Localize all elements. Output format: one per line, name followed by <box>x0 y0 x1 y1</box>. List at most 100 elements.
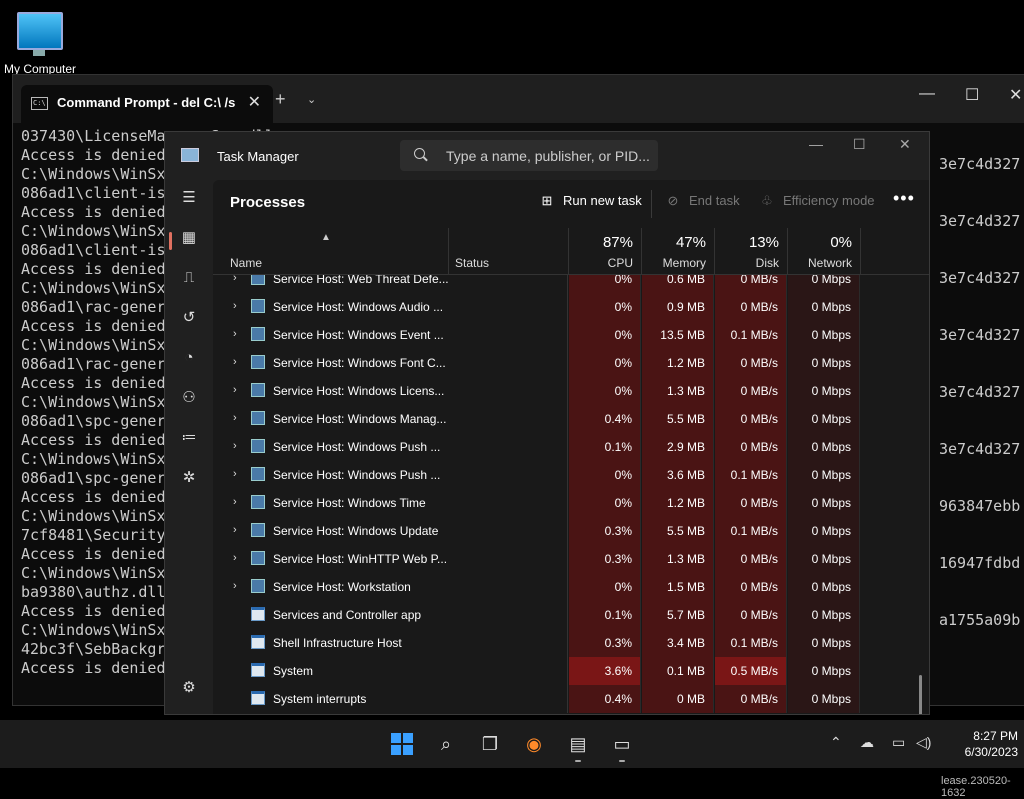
new-task-icon: ⊞ <box>541 193 553 208</box>
table-row[interactable]: › Service Host: Windows Update 0.3% 5.5 MB 0… <box>213 517 913 545</box>
services-icon[interactable]: ✲ <box>175 464 203 492</box>
terminal-line: Access is denied <box>21 374 166 392</box>
processes-page: Processes ⊞ Run new task ⊘ End task ♧ Effic… <box>213 180 929 714</box>
start-button[interactable] <box>388 730 416 758</box>
cloud-offline-icon[interactable]: ☁ <box>860 734 874 751</box>
table-row[interactable]: › Service Host: Windows Push ... 0.1% 2.9 M… <box>213 433 913 461</box>
expand-chevron-icon[interactable]: › <box>233 328 237 340</box>
processes-icon[interactable]: ▦ <box>175 224 203 252</box>
gear-service-icon <box>251 383 265 397</box>
taskbar: ⌕ ❐ ◉ ▤ ▭ ⌃ ☁ ▭ ◁) 8:27 PM 6/30/2023 <box>0 720 1024 768</box>
status-cell <box>449 545 568 573</box>
task-view-icon[interactable]: ❐ <box>476 730 504 758</box>
table-row[interactable]: System 3.6% 0.1 MB 0.5 MB/s 0 Mbps <box>213 657 913 685</box>
disk-cell: 0 MB/s <box>715 275 787 293</box>
mem-cell: 1.5 MB <box>642 573 714 601</box>
expand-chevron-icon[interactable]: › <box>233 275 237 284</box>
process-name: Service Host: Windows Push ... <box>273 440 441 454</box>
terminal-taskbar-icon[interactable]: ▭ <box>608 730 636 758</box>
expand-chevron-icon[interactable]: › <box>233 468 237 480</box>
close-tab-icon[interactable]: ✕ <box>248 92 261 112</box>
expand-chevron-icon[interactable]: › <box>233 524 237 536</box>
terminal-line-fragment: 16947fdbd <box>939 554 1021 572</box>
maximize-icon[interactable]: ☐ <box>965 85 979 105</box>
volume-icon[interactable]: ◁) <box>916 734 931 751</box>
more-options-icon[interactable]: ••• <box>893 188 915 209</box>
vertical-scrollbar[interactable] <box>919 675 922 714</box>
run-new-task-button[interactable]: ⊞ Run new task <box>539 193 642 209</box>
table-row[interactable]: › Service Host: Windows Font C... 0% 1.2 MB… <box>213 349 913 377</box>
table-row[interactable]: › Service Host: Windows Push ... 0% 3.6 MB 0… <box>213 461 913 489</box>
firefox-icon[interactable]: ◉ <box>520 730 548 758</box>
startup-apps-icon[interactable]: ◔ <box>175 344 203 372</box>
expand-chevron-icon[interactable]: › <box>233 412 237 424</box>
column-cpu[interactable]: 87% CPU <box>569 228 642 274</box>
app-history-icon[interactable]: ↺ <box>175 304 203 332</box>
table-row[interactable]: › Service Host: Windows Manag... 0.4% 5.5 M… <box>213 405 913 433</box>
column-headers: ▲ Name Status 87% CPU 47% Memory 13% Dis… <box>213 228 929 275</box>
minimize-icon[interactable]: — <box>809 136 823 152</box>
expand-chevron-icon[interactable]: › <box>233 552 237 564</box>
search-input[interactable]: Type a name, publisher, or PID... <box>400 140 658 171</box>
table-row[interactable]: › Service Host: Web Threat Defe... 0% 0.6 M… <box>213 275 913 293</box>
task-manager-taskbar-icon[interactable]: ▤ <box>564 730 592 758</box>
settings-icon[interactable]: ⚙ <box>175 674 203 702</box>
network-icon[interactable]: ▭ <box>892 734 905 751</box>
column-name[interactable]: ▲ Name <box>213 228 449 274</box>
net-cell: 0 Mbps <box>788 517 860 545</box>
app-window-icon <box>251 635 265 649</box>
close-window-icon[interactable]: ✕ <box>1009 85 1022 105</box>
end-task-button[interactable]: ⊘ End task <box>665 193 740 209</box>
status-cell <box>449 629 568 657</box>
disk-cell: 0 MB/s <box>715 489 787 517</box>
network-total: 0% <box>830 234 852 251</box>
details-icon[interactable]: ≔ <box>175 424 203 452</box>
column-network-label: Network <box>807 256 852 270</box>
net-cell: 0 Mbps <box>788 601 860 629</box>
net-cell: 0 Mbps <box>788 293 860 321</box>
expand-chevron-icon[interactable]: › <box>233 300 237 312</box>
close-icon[interactable]: ✕ <box>899 136 911 153</box>
cpu-cell: 0.4% <box>569 405 641 433</box>
column-memory[interactable]: 47% Memory <box>642 228 715 274</box>
hamburger-icon[interactable]: ☰ <box>175 184 203 212</box>
disk-cell: 0 MB/s <box>715 685 787 713</box>
expand-chevron-icon[interactable]: › <box>233 496 237 508</box>
expand-chevron-icon[interactable]: › <box>233 384 237 396</box>
column-disk[interactable]: 13% Disk <box>715 228 788 274</box>
table-row[interactable]: › Service Host: WinHTTP Web P... 0.3% 1.3 M… <box>213 545 913 573</box>
process-name: Service Host: Windows Font C... <box>273 356 446 370</box>
gear-service-icon <box>251 299 265 313</box>
table-row[interactable]: › Service Host: Windows Audio ... 0% 0.9 MB… <box>213 293 913 321</box>
status-cell <box>449 489 568 517</box>
minimize-icon[interactable]: — <box>919 85 935 103</box>
expand-chevron-icon[interactable]: › <box>233 356 237 368</box>
chevron-down-icon[interactable]: ⌄ <box>307 93 316 106</box>
table-row[interactable]: › Service Host: Windows Time 0% 1.2 MB 0 MB/… <box>213 489 913 517</box>
performance-icon[interactable]: ⎍ <box>175 264 203 292</box>
expand-chevron-icon[interactable]: › <box>233 580 237 592</box>
mem-cell: 1.2 MB <box>642 489 714 517</box>
chevron-up-icon[interactable]: ⌃ <box>830 734 842 751</box>
terminal-line: Access is denied <box>21 602 166 620</box>
disk-cell: 0.1 MB/s <box>715 517 787 545</box>
expand-chevron-icon[interactable]: › <box>233 440 237 452</box>
column-status[interactable]: Status <box>449 228 569 274</box>
users-icon[interactable]: ⚇ <box>175 384 203 412</box>
clock[interactable]: 8:27 PM 6/30/2023 <box>944 728 1018 760</box>
terminal-tab[interactable]: C:\ Command Prompt - del C:\ /s ✕ <box>21 85 273 123</box>
table-row[interactable]: › Service Host: Windows Licens... 0% 1.3 MB… <box>213 377 913 405</box>
column-network[interactable]: 0% Network <box>788 228 861 274</box>
table-row[interactable]: System interrupts 0.4% 0 MB 0 MB/s 0 Mbps <box>213 685 913 713</box>
desktop-icon-my-computer[interactable]: My Computer <box>2 8 78 76</box>
status-cell <box>449 321 568 349</box>
new-tab-icon[interactable]: + <box>275 89 286 110</box>
table-row[interactable]: Services and Controller app 0.1% 5.7 MB 0 M… <box>213 601 913 629</box>
table-row[interactable]: › Service Host: Windows Event ... 0% 13.5 M… <box>213 321 913 349</box>
efficiency-mode-button[interactable]: ♧ Efficiency mode <box>759 193 874 209</box>
table-row[interactable]: › Service Host: Workstation 0% 1.5 MB 0 MB/s… <box>213 573 913 601</box>
maximize-icon[interactable]: ☐ <box>853 136 866 153</box>
search-icon[interactable]: ⌕ <box>432 730 460 758</box>
table-row[interactable]: Shell Infrastructure Host 0.3% 3.4 MB 0.1 M… <box>213 629 913 657</box>
computer-icon <box>17 12 63 56</box>
